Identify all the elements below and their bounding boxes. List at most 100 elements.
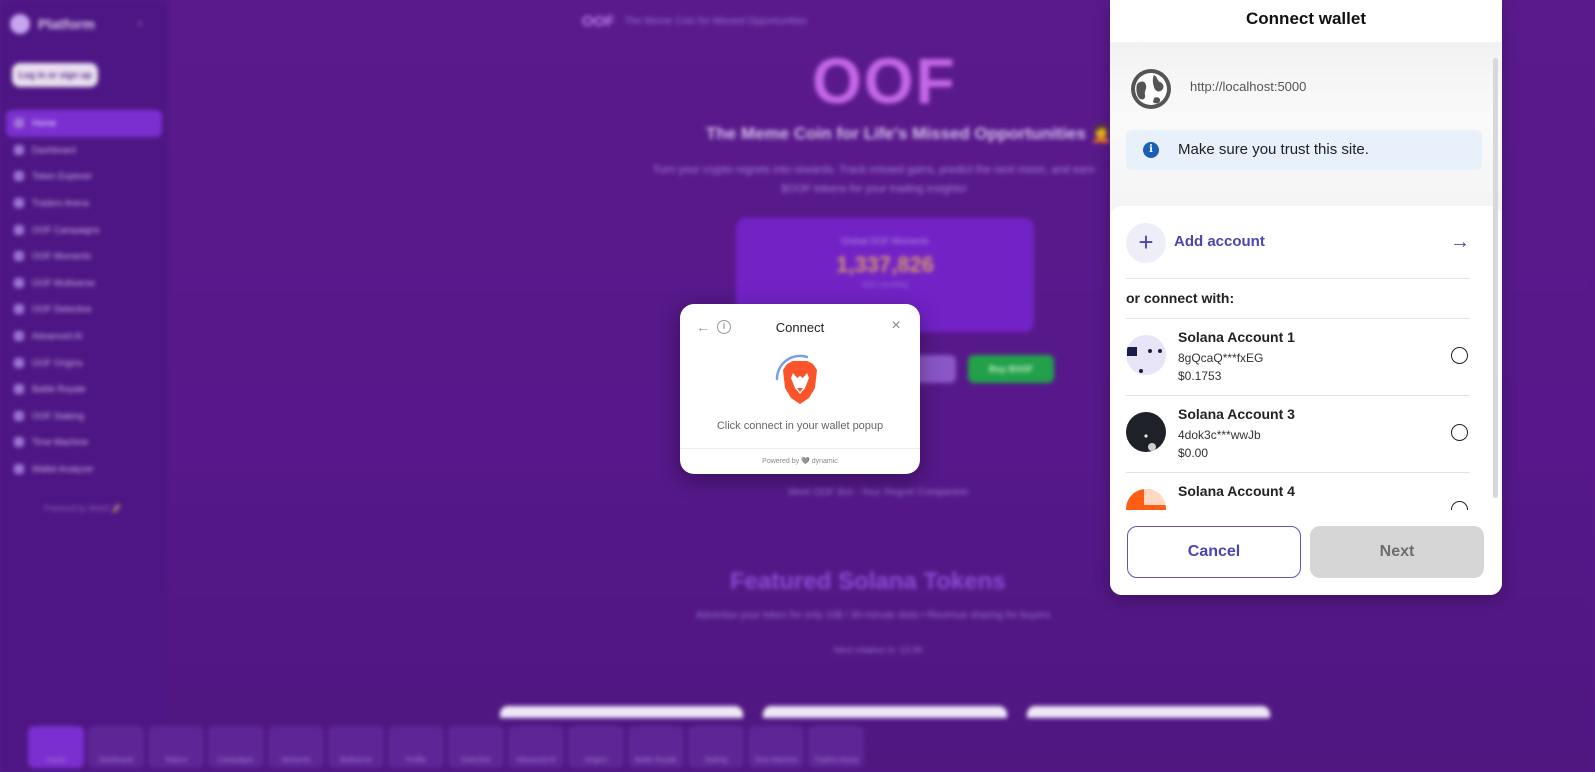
- token-card[interactable]: [500, 706, 744, 718]
- bottom-nav-multiverse[interactable]: Multiverse: [328, 726, 384, 768]
- nav-icon: [14, 251, 24, 262]
- bottom-nav-detective[interactable]: Detective: [448, 726, 504, 768]
- wallet-footer: Cancel Next: [1110, 510, 1502, 595]
- brand[interactable]: Platform: [10, 14, 95, 34]
- sidebar-item-label: OOF Multiverse: [32, 277, 96, 288]
- bottom-nav-moments[interactable]: Moments: [268, 726, 324, 768]
- popup-footer: Powered by 🩶 dynamic: [680, 448, 920, 474]
- bottom-nav-home[interactable]: Home: [28, 726, 84, 768]
- globe-icon: [1131, 69, 1171, 109]
- stat-label: Global OOF Moments: [841, 236, 929, 246]
- sidebar-item-label: Dashboard: [32, 144, 77, 155]
- bottom-nav-label: Time Machine: [754, 757, 798, 764]
- bottom-nav-origins[interactable]: Origins: [568, 726, 624, 768]
- bottom-nav-label: Staking: [704, 757, 728, 764]
- sidebar-item-dashboard[interactable]: Dashboard: [6, 137, 162, 164]
- account-name: Solana Account 3: [1178, 406, 1295, 422]
- sidebar-item-oof-staking[interactable]: OOF Staking: [6, 403, 162, 430]
- token-card[interactable]: [763, 706, 1007, 718]
- sidebar-item-oof-multiverse[interactable]: OOF Multiverse: [6, 270, 162, 297]
- bottom-nav-label: Moments: [281, 757, 311, 764]
- bottom-nav-profile[interactable]: Profile: [388, 726, 444, 768]
- nav-icon: [14, 277, 24, 288]
- brave-lion-icon: [775, 354, 817, 404]
- info-icon: i: [1143, 142, 1159, 158]
- nav-icon: [14, 171, 24, 182]
- account-name: Solana Account 4: [1178, 483, 1295, 499]
- featured-title: Featured Solana Tokens: [730, 568, 1006, 595]
- sidebar-nav: Home Dashboard Token Explorer Traders Arena…: [6, 110, 162, 482]
- bottom-nav: Home Dashboard Tokens Campaigns Moments Multi…: [28, 726, 864, 768]
- stat-value: 1,337,826: [836, 252, 934, 277]
- bottom-nav-label: Campaigns: [218, 757, 254, 764]
- brand-logo-icon: [10, 14, 30, 34]
- bottom-nav-label: Advanced AI: [516, 757, 556, 764]
- sidebar-item-label: Battle Royale: [32, 384, 86, 395]
- sidebar-item-oof-detective[interactable]: OOF Detective: [6, 296, 162, 323]
- nav-icon: [14, 464, 24, 475]
- hero-subtitle: The Meme Coin for Life's Missed Opportun…: [706, 124, 1112, 143]
- bottom-nav-label: Tokens: [164, 757, 188, 764]
- collapse-sidebar-icon[interactable]: ‹: [138, 16, 142, 30]
- bottom-nav-dashboard[interactable]: Dashboard: [88, 726, 144, 768]
- account-address: 4dok3c***wwJb: [1178, 428, 1261, 442]
- sidebar: Platform ‹ Log in or sign up Home Dashboa…: [0, 0, 168, 772]
- cancel-button[interactable]: Cancel: [1127, 526, 1301, 578]
- account-radio[interactable]: [1451, 347, 1468, 364]
- sidebar-item-label: Advanced AI: [32, 331, 83, 342]
- sidebar-item-label: Wallet Analyzer: [32, 464, 94, 475]
- featured-subtitle: Advertise your token for only 10$ / 30-m…: [696, 610, 1051, 621]
- nav-icon: [14, 198, 24, 209]
- brand-name: Platform: [38, 16, 95, 32]
- sidebar-item-wallet-analyzer[interactable]: Wallet Analyzer: [6, 456, 162, 483]
- scrollbar[interactable]: [1493, 58, 1498, 498]
- sidebar-item-oof-campaigns[interactable]: OOF Campaigns: [6, 216, 162, 243]
- sidebar-item-home[interactable]: Home: [6, 110, 162, 137]
- hero-title: OOF: [812, 45, 957, 117]
- bottom-nav-battle-royale[interactable]: Battle Royale: [628, 726, 684, 768]
- plus-icon: +: [1126, 223, 1166, 263]
- popup-message: Click connect in your wallet popup: [716, 420, 884, 432]
- next-button[interactable]: Next: [1310, 526, 1484, 578]
- wallet-title: Connect wallet: [1246, 9, 1366, 28]
- account-option[interactable]: Solana Account 1 8gQcaQ***fxEG $0.1753: [1126, 319, 1470, 396]
- add-account-button[interactable]: + Add account →: [1126, 222, 1470, 264]
- nav-icon: [14, 437, 24, 448]
- token-card[interactable]: [1026, 706, 1270, 718]
- account-address: 8gQcaQ***fxEG: [1178, 351, 1264, 365]
- nav-icon: [14, 144, 24, 155]
- sidebar-item-token-explorer[interactable]: Token Explorer: [6, 163, 162, 190]
- close-icon[interactable]: ×: [888, 318, 904, 334]
- sidebar-item-oof-moments[interactable]: OOF Moments: [6, 243, 162, 270]
- next-rotation: Next rotation in: 13:39: [834, 645, 923, 655]
- sidebar-item-advanced-ai[interactable]: Advanced AI: [6, 323, 162, 350]
- bottom-nav-advanced-ai[interactable]: Advanced AI: [508, 726, 564, 768]
- topbar-logo: OOF: [582, 12, 615, 30]
- bottom-nav-campaigns[interactable]: Campaigns: [208, 726, 264, 768]
- bottom-nav-label: Home: [46, 757, 66, 764]
- sidebar-item-label: Home: [32, 118, 57, 129]
- sidebar-item-traders-arena[interactable]: Traders Arena: [6, 190, 162, 217]
- bottom-nav-tokens[interactable]: Tokens: [148, 726, 204, 768]
- nav-icon: [14, 118, 24, 129]
- account-radio[interactable]: [1451, 424, 1468, 441]
- topbar-tagline: The Meme Coin for Missed Opportunities: [624, 15, 807, 27]
- token-cards: [500, 706, 1270, 718]
- bottom-nav-staking[interactable]: Staking: [688, 726, 744, 768]
- sidebar-item-battle-royale[interactable]: Battle Royale: [6, 376, 162, 403]
- popup-header: ← i Connect ×: [680, 316, 920, 340]
- powered-by-text: Powered by Web3 🚀: [44, 504, 122, 513]
- buy-oof-button[interactable]: Buy $OOF: [968, 355, 1054, 383]
- sidebar-item-oof-origins[interactable]: OOF Origins: [6, 349, 162, 376]
- connect-popup: ← i Connect × Click connect in your wall…: [680, 304, 920, 474]
- bottom-nav-time-machine[interactable]: Time Machine: [748, 726, 804, 768]
- account-option[interactable]: Solana Account 3 4dok3c***wwJb $0.00: [1126, 396, 1470, 473]
- sidebar-item-time-machine[interactable]: Time Machine: [6, 429, 162, 456]
- account-avatar: [1126, 412, 1166, 452]
- bottom-nav-label: Origins: [584, 757, 608, 764]
- login-button[interactable]: Log in or sign up: [12, 63, 98, 87]
- hero-description: Turn your crypto regrets into rewards. T…: [653, 164, 1095, 195]
- bottom-nav-traders-arena[interactable]: Traders Arena: [808, 726, 864, 768]
- bottom-nav-label: Profile: [406, 757, 426, 764]
- nav-icon: [14, 304, 24, 315]
